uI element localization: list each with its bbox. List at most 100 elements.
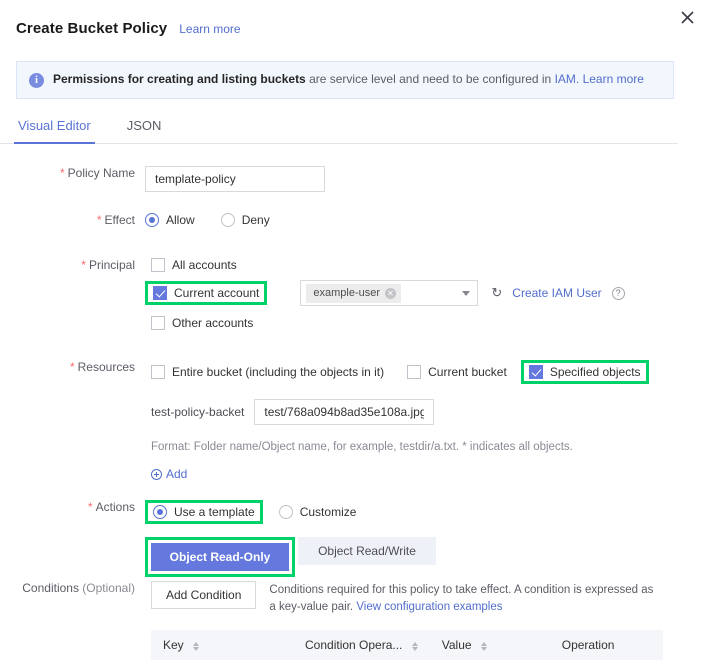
checkbox-other-accounts[interactable]: Other accounts bbox=[151, 316, 708, 330]
checkbox-indicator bbox=[151, 316, 165, 330]
checkbox-entire-bucket[interactable]: Entire bucket (including the objects in … bbox=[151, 365, 384, 379]
page-title: Create Bucket Policy bbox=[16, 20, 168, 37]
checkbox-other-accounts-label: Other accounts bbox=[172, 316, 254, 330]
required-marker: * bbox=[81, 258, 86, 272]
conditions-description: Conditions required for this policy to t… bbox=[269, 581, 654, 615]
object-format-hint: Format: Folder name/Object name, for exa… bbox=[151, 441, 573, 453]
field-row-effect: * Effect Allow Deny bbox=[0, 213, 708, 227]
radio-customize[interactable]: Customize bbox=[278, 505, 357, 519]
add-condition-button[interactable]: Add Condition bbox=[151, 581, 257, 609]
radio-customize-label: Customize bbox=[299, 505, 357, 519]
radio-indicator bbox=[278, 505, 293, 519]
checkbox-current-bucket-label: Current bucket bbox=[428, 365, 507, 379]
label-resources: * Resources bbox=[69, 360, 135, 374]
required-marker: * bbox=[96, 213, 102, 227]
info-icon: i bbox=[29, 72, 44, 88]
column-header-value[interactable]: Value bbox=[429, 630, 550, 661]
highlight-box-specified-objects: Specified objects bbox=[520, 360, 649, 384]
actions-mode-row: Use a template Customize bbox=[145, 500, 708, 524]
checkbox-indicator bbox=[407, 365, 422, 379]
radio-effect-allow[interactable]: Allow bbox=[145, 213, 195, 227]
field-row-principal: *Principal All accounts Current account bbox=[0, 258, 708, 330]
checkbox-indicator bbox=[153, 286, 167, 300]
label-effect: * Effect bbox=[96, 213, 135, 227]
chevron-down-icon bbox=[462, 291, 471, 296]
help-icon[interactable]: ? bbox=[611, 286, 625, 300]
checkbox-indicator bbox=[151, 258, 165, 272]
checkbox-all-accounts-label: All accounts bbox=[172, 258, 237, 272]
tab-visual-editor[interactable]: Visual Editor bbox=[14, 118, 95, 144]
alert-iam-link[interactable]: IAM. Learn more bbox=[555, 72, 644, 86]
conditions-top-row: Add Condition Conditions required for th… bbox=[145, 581, 708, 615]
iam-user-select[interactable]: example-user ✕ bbox=[300, 280, 479, 306]
editor-tabs: Visual Editor JSON bbox=[0, 118, 678, 144]
label-policy-name: * Policy Name bbox=[59, 166, 135, 180]
label-principal: * Principal bbox=[81, 258, 135, 272]
template-object-read-only-button[interactable]: Object Read-Only bbox=[151, 543, 289, 571]
selected-user-chip: example-user ✕ bbox=[306, 283, 402, 303]
label-actions: * Actions bbox=[87, 500, 135, 514]
current-account-row: Current account example-user ✕ ↻ Create … bbox=[145, 280, 708, 306]
highlight-box-current-account: Current account bbox=[145, 281, 268, 305]
add-resource-button[interactable]: Add bbox=[151, 467, 187, 481]
permissions-alert-banner: i Permissions for creating and listing b… bbox=[16, 61, 674, 99]
add-resource-label: Add bbox=[166, 467, 188, 481]
field-row-conditions: Conditions (Optional) Add Condition Cond… bbox=[0, 581, 708, 661]
column-header-condition-operator[interactable]: Condition Opera... bbox=[293, 630, 430, 661]
refresh-icon[interactable]: ↻ bbox=[491, 285, 502, 301]
checkbox-specified-objects[interactable]: Specified objects bbox=[528, 365, 641, 379]
table-header-row: Key Condition Opera... Value Operation bbox=[151, 630, 663, 661]
checkbox-current-account-label: Current account bbox=[174, 286, 260, 300]
radio-effect-allow-label: Allow bbox=[166, 213, 195, 227]
highlight-box-object-read-only: Object Read-Only bbox=[145, 537, 295, 577]
view-configuration-examples-link[interactable]: View configuration examples bbox=[356, 601, 502, 613]
radio-indicator bbox=[220, 213, 235, 227]
column-header-value-label: Value bbox=[441, 638, 472, 653]
column-header-key-label: Key bbox=[163, 638, 184, 653]
checkbox-specified-objects-label: Specified objects bbox=[549, 365, 641, 379]
highlight-box-use-a-template: Use a template bbox=[145, 500, 263, 524]
sort-icon[interactable] bbox=[411, 641, 418, 651]
checkbox-entire-bucket-label: Entire bucket (including the objects in … bbox=[172, 365, 385, 379]
radio-effect-deny[interactable]: Deny bbox=[220, 213, 270, 227]
radio-use-a-template[interactable]: Use a template bbox=[153, 505, 255, 519]
learn-more-link[interactable]: Learn more bbox=[179, 22, 240, 36]
field-row-resources: * Resources Entire bucket (including the … bbox=[0, 360, 708, 485]
tab-json[interactable]: JSON bbox=[123, 118, 166, 144]
template-object-read-write-button[interactable]: Object Read/Write bbox=[298, 537, 436, 565]
field-row-actions: * Actions Use a template Customize Object… bbox=[0, 500, 708, 577]
alert-message: Permissions for creating and listing buc… bbox=[53, 72, 644, 88]
dialog-header: Create Bucket Policy Learn more bbox=[16, 20, 241, 37]
close-circle-icon[interactable]: ✕ bbox=[385, 287, 397, 299]
close-icon[interactable] bbox=[676, 6, 698, 28]
conditions-table: Key Condition Opera... Value Operation bbox=[151, 630, 663, 661]
object-path-input[interactable] bbox=[254, 399, 435, 425]
sort-icon[interactable] bbox=[193, 641, 200, 651]
policy-name-input[interactable] bbox=[145, 166, 325, 192]
checkbox-indicator bbox=[151, 365, 165, 379]
required-marker: * bbox=[59, 166, 65, 180]
radio-indicator bbox=[153, 505, 167, 519]
column-header-key[interactable]: Key bbox=[151, 630, 293, 661]
sort-icon[interactable] bbox=[480, 641, 487, 651]
field-row-policy-name: * Policy Name bbox=[0, 166, 708, 192]
required-marker: * bbox=[87, 500, 93, 514]
column-header-operation: Operation bbox=[549, 630, 663, 661]
create-iam-user-link[interactable]: Create IAM User bbox=[512, 286, 601, 300]
create-bucket-policy-dialog: Create Bucket Policy Learn more i Permis… bbox=[0, 0, 708, 662]
bucket-name-label: test-policy-backet bbox=[151, 405, 245, 419]
column-header-operation-label: Operation bbox=[561, 638, 615, 653]
radio-effect-deny-label: Deny bbox=[241, 213, 270, 227]
required-marker: * bbox=[69, 360, 75, 374]
label-conditions: Conditions (Optional) bbox=[22, 581, 135, 595]
radio-indicator bbox=[145, 213, 159, 227]
checkbox-all-accounts[interactable]: All accounts bbox=[151, 258, 708, 272]
checkbox-current-bucket[interactable]: Current bucket bbox=[407, 365, 507, 379]
alert-message-rest: are service level and need to be configu… bbox=[305, 72, 555, 87]
checkbox-current-account[interactable]: Current account bbox=[153, 286, 259, 300]
template-segmented-control: Object Read-Only Object Read/Write bbox=[145, 537, 708, 577]
selected-user-chip-label: example-user bbox=[313, 287, 381, 299]
checkbox-indicator bbox=[528, 365, 543, 379]
resources-options-row: Entire bucket (including the objects in … bbox=[145, 360, 708, 384]
label-conditions-optional: (Optional) bbox=[78, 581, 135, 595]
